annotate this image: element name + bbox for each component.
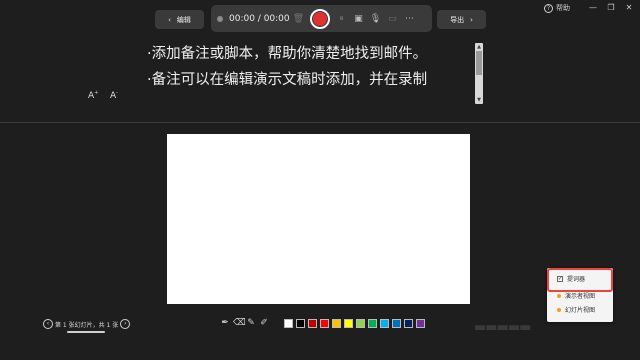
notes-scrollbar[interactable]: ▲ ▼ bbox=[475, 43, 483, 104]
color-swatch[interactable] bbox=[332, 319, 341, 328]
notes-line: ·添加备注或脚本，帮助你清楚地找到邮件。 bbox=[147, 46, 428, 62]
chevron-right-icon: › bbox=[470, 15, 473, 24]
pen-icon[interactable]: ✒ bbox=[220, 318, 230, 329]
recording-toolbar: 00:00 / 00:00 🗑 ⏸ ▣ 🎙 ▭ ⋯ bbox=[211, 5, 432, 32]
scroll-up-icon[interactable]: ▲ bbox=[475, 44, 483, 50]
screen-icon[interactable]: ▭ bbox=[387, 13, 398, 24]
record-status-icon bbox=[217, 15, 223, 22]
bullet-icon bbox=[557, 307, 561, 312]
notes-line: ·备注可以在编辑演示文稿时添加，并在录制 bbox=[147, 72, 428, 88]
camera-off-icon[interactable]: ▣ bbox=[353, 13, 364, 24]
pause-icon[interactable]: ⏸ bbox=[336, 13, 347, 24]
edit-button[interactable]: ‹ 编辑 bbox=[155, 10, 204, 29]
divider bbox=[0, 122, 640, 123]
font-decrease-button[interactable]: A- bbox=[110, 90, 118, 101]
color-palette bbox=[284, 319, 425, 328]
record-button[interactable] bbox=[310, 8, 330, 29]
export-button[interactable]: 导出 › bbox=[437, 10, 486, 29]
export-label: 导出 bbox=[450, 15, 465, 24]
microphone-icon[interactable]: 🎙 bbox=[370, 13, 381, 24]
slide-counter: 第 1 张幻灯片，共 1 张 bbox=[55, 321, 119, 329]
marker-icon[interactable]: ✐ bbox=[259, 318, 269, 329]
color-swatch[interactable] bbox=[296, 319, 305, 328]
font-increase-button[interactable]: A+ bbox=[88, 90, 98, 101]
record-icon bbox=[313, 11, 327, 26]
highlight-box bbox=[547, 268, 613, 292]
highlighter-icon[interactable]: ✎ bbox=[246, 318, 256, 329]
notes-text[interactable]: ·添加备注或脚本，帮助你清楚地找到邮件。 ·备注可以在编辑演示文稿时添加，并在录… bbox=[147, 41, 473, 103]
background-watermark: ▬▬▬▬▬ bbox=[474, 320, 531, 335]
color-swatch[interactable] bbox=[356, 319, 365, 328]
scroll-down-icon[interactable]: ▼ bbox=[475, 97, 483, 103]
color-swatch[interactable] bbox=[404, 319, 413, 328]
restore-icon[interactable]: ❐ bbox=[605, 2, 617, 14]
chevron-left-icon: ‹ bbox=[168, 15, 171, 24]
color-swatch[interactable] bbox=[284, 319, 293, 328]
slide-preview bbox=[167, 134, 470, 304]
prev-slide-icon[interactable]: ‹ bbox=[43, 319, 53, 329]
color-swatch[interactable] bbox=[368, 319, 377, 328]
help-label: 帮助 bbox=[556, 4, 570, 12]
color-swatch[interactable] bbox=[320, 319, 329, 328]
slide-progress bbox=[67, 331, 105, 333]
help-button[interactable]: ? 帮助 bbox=[544, 2, 570, 14]
edit-label: 编辑 bbox=[176, 15, 191, 24]
more-icon[interactable]: ⋯ bbox=[404, 13, 415, 24]
color-swatch[interactable] bbox=[392, 319, 401, 328]
close-icon[interactable]: ✕ bbox=[623, 2, 635, 14]
color-swatch[interactable] bbox=[344, 319, 353, 328]
eraser-icon[interactable]: ⌫ bbox=[233, 318, 246, 329]
scroll-thumb[interactable] bbox=[476, 51, 482, 75]
menu-item-slide-view[interactable]: 幻灯片视图 bbox=[547, 303, 613, 316]
menu-item-label: 演示者视图 bbox=[565, 293, 596, 300]
slide-navigation: ‹ 第 1 张幻灯片，共 1 张 › bbox=[43, 318, 131, 330]
next-slide-icon[interactable]: › bbox=[120, 319, 131, 329]
timer: 00:00 / 00:00 bbox=[229, 13, 290, 24]
question-circle-icon: ? bbox=[544, 3, 553, 13]
minimize-icon[interactable]: — bbox=[587, 2, 599, 14]
color-swatch[interactable] bbox=[416, 319, 425, 328]
trash-icon[interactable]: 🗑 bbox=[293, 13, 304, 24]
bullet-icon bbox=[557, 293, 561, 298]
menu-item-label: 幻灯片视图 bbox=[565, 307, 596, 314]
color-swatch[interactable] bbox=[380, 319, 389, 328]
color-swatch[interactable] bbox=[308, 319, 317, 328]
